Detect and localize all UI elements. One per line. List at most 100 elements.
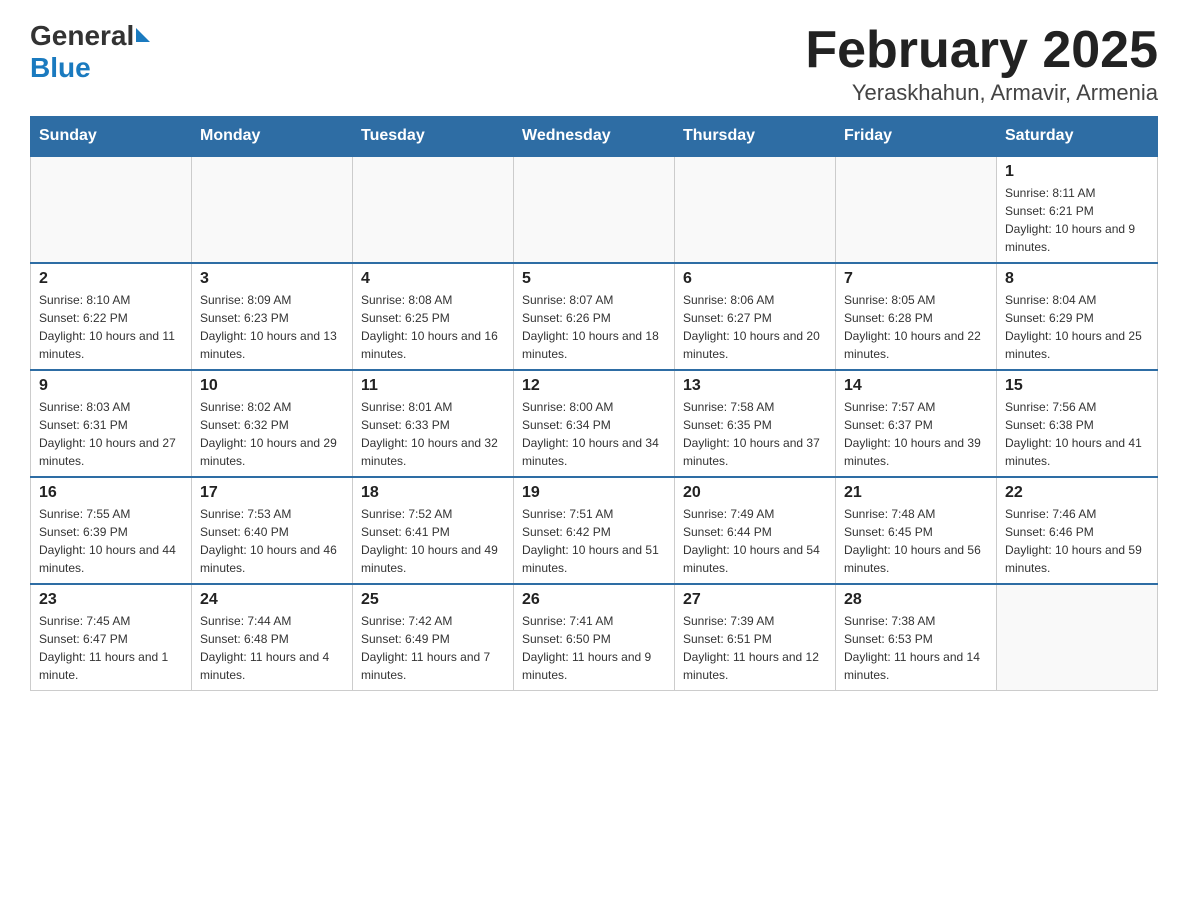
calendar-week-row: 23Sunrise: 7:45 AMSunset: 6:47 PMDayligh… xyxy=(31,584,1158,691)
table-row: 1 Sunrise: 8:11 AMSunset: 6:21 PMDaylight… xyxy=(997,156,1158,263)
col-thursday: Thursday xyxy=(675,117,836,157)
day-info: Sunrise: 8:02 AMSunset: 6:32 PMDaylight:… xyxy=(200,398,344,470)
day-info: Sunrise: 7:55 AMSunset: 6:39 PMDaylight:… xyxy=(39,505,183,577)
table-row: 15 Sunrise: 7:56 AMSunset: 6:38 PMDayligh… xyxy=(997,370,1158,477)
logo-general-text: General xyxy=(30,20,134,52)
table-row: 28 Sunrise: 7:38 AMSunset: 6:53 PMDayligh… xyxy=(836,584,997,691)
day-number: 11 xyxy=(361,377,505,395)
table-row: 11 Sunrise: 8:01 AMSunset: 6:33 PMDayligh… xyxy=(353,370,514,477)
table-row: 13 Sunrise: 7:58 AMSunset: 6:35 PMDayligh… xyxy=(675,370,836,477)
day-number: 20 xyxy=(683,484,827,502)
day-number: 18 xyxy=(361,484,505,502)
table-row xyxy=(997,584,1158,691)
day-info: Sunrise: 8:08 AMSunset: 6:25 PMDaylight:… xyxy=(361,291,505,363)
calendar-week-row: 16 Sunrise: 7:55 AMSunset: 6:39 PMDayligh… xyxy=(31,477,1158,584)
day-info: Sunrise: 7:52 AMSunset: 6:41 PMDaylight:… xyxy=(361,505,505,577)
day-number: 27 xyxy=(683,591,827,609)
table-row: 5 Sunrise: 8:07 AMSunset: 6:26 PMDaylight… xyxy=(514,263,675,370)
table-row: 16 Sunrise: 7:55 AMSunset: 6:39 PMDayligh… xyxy=(31,477,192,584)
table-row xyxy=(192,156,353,263)
day-info: Sunrise: 8:01 AMSunset: 6:33 PMDaylight:… xyxy=(361,398,505,470)
day-number: 15 xyxy=(1005,377,1149,395)
day-number: 7 xyxy=(844,270,988,288)
table-row: 6 Sunrise: 8:06 AMSunset: 6:27 PMDaylight… xyxy=(675,263,836,370)
col-monday: Monday xyxy=(192,117,353,157)
table-row: 4 Sunrise: 8:08 AMSunset: 6:25 PMDaylight… xyxy=(353,263,514,370)
table-row: 20 Sunrise: 7:49 AMSunset: 6:44 PMDayligh… xyxy=(675,477,836,584)
table-row xyxy=(31,156,192,263)
day-number: 23 xyxy=(39,591,183,609)
table-row: 17 Sunrise: 7:53 AMSunset: 6:40 PMDayligh… xyxy=(192,477,353,584)
day-number: 24 xyxy=(200,591,344,609)
day-info: Sunrise: 8:00 AMSunset: 6:34 PMDaylight:… xyxy=(522,398,666,470)
day-info: Sunrise: 7:49 AMSunset: 6:44 PMDaylight:… xyxy=(683,505,827,577)
col-wednesday: Wednesday xyxy=(514,117,675,157)
day-number: 4 xyxy=(361,270,505,288)
table-row: 27 Sunrise: 7:39 AMSunset: 6:51 PMDayligh… xyxy=(675,584,836,691)
day-info: Sunrise: 7:41 AMSunset: 6:50 PMDaylight:… xyxy=(522,612,666,684)
table-row: 9 Sunrise: 8:03 AMSunset: 6:31 PMDaylight… xyxy=(31,370,192,477)
table-row: 25 Sunrise: 7:42 AMSunset: 6:49 PMDayligh… xyxy=(353,584,514,691)
day-info: Sunrise: 7:58 AMSunset: 6:35 PMDaylight:… xyxy=(683,398,827,470)
day-info: Sunrise: 8:05 AMSunset: 6:28 PMDaylight:… xyxy=(844,291,988,363)
title-block: February 2025 Yeraskhahun, Armavir, Arme… xyxy=(805,20,1158,106)
calendar-header-row: Sunday Monday Tuesday Wednesday Thursday… xyxy=(31,117,1158,157)
day-number: 2 xyxy=(39,270,183,288)
col-tuesday: Tuesday xyxy=(353,117,514,157)
day-number: 1 xyxy=(1005,163,1149,181)
table-row: 8 Sunrise: 8:04 AMSunset: 6:29 PMDaylight… xyxy=(997,263,1158,370)
location-subtitle: Yeraskhahun, Armavir, Armenia xyxy=(805,80,1158,106)
calendar-week-row: 2Sunrise: 8:10 AMSunset: 6:22 PMDaylight… xyxy=(31,263,1158,370)
day-number: 3 xyxy=(200,270,344,288)
day-info: Sunrise: 7:44 AMSunset: 6:48 PMDaylight:… xyxy=(200,612,344,684)
day-number: 25 xyxy=(361,591,505,609)
calendar-week-row: 9 Sunrise: 8:03 AMSunset: 6:31 PMDaylight… xyxy=(31,370,1158,477)
day-number: 13 xyxy=(683,377,827,395)
day-info: Sunrise: 7:56 AMSunset: 6:38 PMDaylight:… xyxy=(1005,398,1149,470)
table-row: 22 Sunrise: 7:46 AMSunset: 6:46 PMDayligh… xyxy=(997,477,1158,584)
table-row: 3 Sunrise: 8:09 AMSunset: 6:23 PMDaylight… xyxy=(192,263,353,370)
day-number: 22 xyxy=(1005,484,1149,502)
calendar-table: Sunday Monday Tuesday Wednesday Thursday… xyxy=(30,116,1158,691)
table-row: 7 Sunrise: 8:05 AMSunset: 6:28 PMDaylight… xyxy=(836,263,997,370)
day-number: 9 xyxy=(39,377,183,395)
day-number: 17 xyxy=(200,484,344,502)
day-number: 21 xyxy=(844,484,988,502)
day-number: 8 xyxy=(1005,270,1149,288)
logo-blue-text: Blue xyxy=(30,52,91,84)
table-row: 23Sunrise: 7:45 AMSunset: 6:47 PMDayligh… xyxy=(31,584,192,691)
day-info: Sunrise: 8:03 AMSunset: 6:31 PMDaylight:… xyxy=(39,398,183,470)
table-row xyxy=(514,156,675,263)
day-info: Sunrise: 8:09 AMSunset: 6:23 PMDaylight:… xyxy=(200,291,344,363)
day-info: Sunrise: 7:42 AMSunset: 6:49 PMDaylight:… xyxy=(361,612,505,684)
day-number: 14 xyxy=(844,377,988,395)
logo: General Blue xyxy=(30,20,150,84)
table-row xyxy=(675,156,836,263)
day-info: Sunrise: 7:39 AMSunset: 6:51 PMDaylight:… xyxy=(683,612,827,684)
table-row: 10Sunrise: 8:02 AMSunset: 6:32 PMDayligh… xyxy=(192,370,353,477)
day-info: Sunrise: 7:53 AMSunset: 6:40 PMDaylight:… xyxy=(200,505,344,577)
day-number: 6 xyxy=(683,270,827,288)
day-number: 28 xyxy=(844,591,988,609)
day-info: Sunrise: 8:07 AMSunset: 6:26 PMDaylight:… xyxy=(522,291,666,363)
table-row xyxy=(836,156,997,263)
table-row: 12Sunrise: 8:00 AMSunset: 6:34 PMDayligh… xyxy=(514,370,675,477)
page-header: General Blue February 2025 Yeraskhahun, … xyxy=(30,20,1158,106)
table-row xyxy=(353,156,514,263)
day-number: 26 xyxy=(522,591,666,609)
day-info: Sunrise: 7:51 AMSunset: 6:42 PMDaylight:… xyxy=(522,505,666,577)
table-row: 18 Sunrise: 7:52 AMSunset: 6:41 PMDayligh… xyxy=(353,477,514,584)
col-friday: Friday xyxy=(836,117,997,157)
table-row: 21Sunrise: 7:48 AMSunset: 6:45 PMDayligh… xyxy=(836,477,997,584)
table-row: 24 Sunrise: 7:44 AMSunset: 6:48 PMDayligh… xyxy=(192,584,353,691)
day-number: 16 xyxy=(39,484,183,502)
day-info: Sunrise: 8:04 AMSunset: 6:29 PMDaylight:… xyxy=(1005,291,1149,363)
day-info: Sunrise: 7:46 AMSunset: 6:46 PMDaylight:… xyxy=(1005,505,1149,577)
day-info: Sunrise: 7:38 AMSunset: 6:53 PMDaylight:… xyxy=(844,612,988,684)
day-info: Sunrise: 8:11 AMSunset: 6:21 PMDaylight:… xyxy=(1005,184,1149,256)
table-row: 14Sunrise: 7:57 AMSunset: 6:37 PMDayligh… xyxy=(836,370,997,477)
day-number: 5 xyxy=(522,270,666,288)
day-number: 19 xyxy=(522,484,666,502)
calendar-week-row: 1 Sunrise: 8:11 AMSunset: 6:21 PMDaylight… xyxy=(31,156,1158,263)
day-info: Sunrise: 8:06 AMSunset: 6:27 PMDaylight:… xyxy=(683,291,827,363)
